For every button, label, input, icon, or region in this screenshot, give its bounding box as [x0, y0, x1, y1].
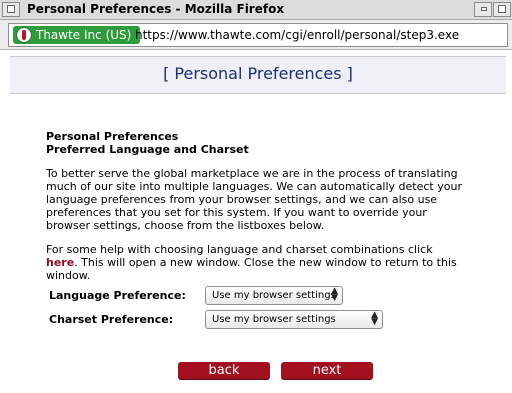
updown-arrows-icon: ▲ ▼	[371, 310, 378, 327]
help-link[interactable]: here	[46, 256, 74, 269]
window-title: Personal Preferences - Mozilla Firefox	[27, 2, 285, 16]
intro-paragraph: To better serve the global marketplace w…	[46, 167, 462, 232]
language-select-value: Use my browser settings	[212, 290, 336, 301]
site-identity-label: Thawte Inc (US)	[36, 28, 132, 42]
section-title-1: Personal Preferences	[46, 130, 179, 143]
section-title-2: Preferred Language and Charset	[46, 143, 249, 156]
url-text[interactable]: https://www.thawte.com/cgi/enroll/person…	[135, 28, 459, 42]
language-label: Language Preference:	[49, 289, 186, 302]
language-select[interactable]: Use my browser settings ▲ ▼	[205, 286, 343, 305]
navigation-toolbar: Thawte Inc (US) https://www.thawte.com/c…	[0, 20, 512, 50]
next-button-label: next	[312, 363, 342, 378]
charset-label: Charset Preference:	[49, 313, 174, 326]
back-button-label: back	[208, 363, 240, 378]
help-text-after: . This will open a new window. Close the…	[46, 256, 457, 282]
window-menu-button[interactable]	[2, 2, 20, 17]
maximize-icon	[498, 5, 506, 13]
help-paragraph: For some help with choosing language and…	[46, 243, 466, 282]
minimize-button[interactable]	[474, 2, 492, 17]
page-header: [ Personal Preferences ]	[10, 56, 506, 94]
window-titlebar: Personal Preferences - Mozilla Firefox	[0, 0, 512, 20]
page-title: [ Personal Preferences ]	[163, 64, 353, 83]
maximize-button[interactable]	[493, 2, 511, 17]
url-field[interactable]: Thawte Inc (US) https://www.thawte.com/c…	[8, 23, 508, 47]
section-heading: Personal Preferences Preferred Language …	[46, 130, 249, 156]
charset-select-value: Use my browser settings	[212, 314, 336, 325]
help-text-before: For some help with choosing language and…	[46, 243, 433, 256]
back-button[interactable]: back	[178, 362, 270, 379]
charset-select[interactable]: Use my browser settings ▲ ▼	[205, 310, 383, 329]
identity-lock-icon	[16, 27, 32, 43]
window-menu-icon	[7, 5, 15, 13]
site-identity-button[interactable]: Thawte Inc (US)	[13, 26, 140, 44]
next-button[interactable]: next	[281, 362, 373, 379]
minimize-icon	[481, 7, 487, 11]
updown-arrows-icon: ▲ ▼	[331, 286, 338, 303]
